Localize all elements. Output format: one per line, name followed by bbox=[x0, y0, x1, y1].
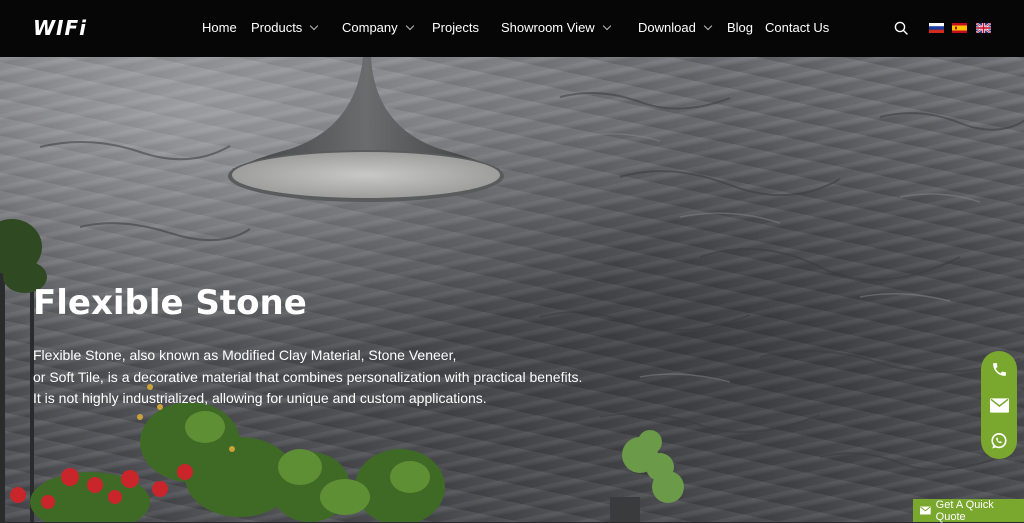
hero-description: Flexible Stone, also known as Modified C… bbox=[33, 345, 653, 410]
nav-showroom-view[interactable]: Showroom View bbox=[501, 20, 611, 35]
nav-showroom-view-label: Showroom View bbox=[501, 20, 595, 35]
russian-flag-icon[interactable] bbox=[929, 23, 944, 33]
email-button[interactable] bbox=[981, 387, 1017, 423]
email-icon bbox=[989, 397, 1009, 413]
nav-projects-label: Projects bbox=[432, 20, 479, 35]
main-nav: Home Products Company Projects Showroom … bbox=[0, 0, 1024, 57]
chevron-down-icon bbox=[703, 21, 713, 31]
hero-description-line: Flexible Stone, also known as Modified C… bbox=[33, 347, 457, 363]
nav-company-label: Company bbox=[342, 20, 398, 35]
email-icon bbox=[920, 506, 931, 515]
phone-button[interactable] bbox=[981, 351, 1017, 387]
nav-contact-us-label: Contact Us bbox=[765, 20, 830, 35]
whatsapp-button[interactable] bbox=[981, 423, 1017, 459]
nav-projects[interactable]: Projects bbox=[432, 20, 479, 35]
nav-home-label: Home bbox=[202, 20, 237, 35]
floating-contact-bar bbox=[981, 351, 1017, 459]
nav-home[interactable]: Home bbox=[202, 20, 237, 35]
hero-banner: Flexible Stone Flexible Stone, also know… bbox=[0, 57, 1024, 522]
get-quick-quote-button[interactable]: Get A Quick Quote bbox=[913, 498, 1024, 523]
chevron-down-icon bbox=[602, 21, 611, 31]
uk-flag-icon[interactable] bbox=[976, 23, 991, 33]
nav-blog[interactable]: Blog bbox=[727, 20, 753, 35]
hero-description-line: It is not highly industrialized, allowin… bbox=[33, 390, 487, 406]
site-header: WIFi Home Products Company Projects Show… bbox=[0, 0, 1024, 57]
chevron-down-icon bbox=[405, 21, 414, 31]
nav-products-label: Products bbox=[251, 20, 303, 35]
nav-contact-us[interactable]: Contact Us bbox=[765, 20, 829, 35]
nav-download-label: Download bbox=[638, 20, 696, 35]
whatsapp-icon bbox=[991, 433, 1007, 449]
search-icon[interactable] bbox=[894, 21, 908, 35]
hero-title: Flexible Stone bbox=[33, 283, 307, 323]
hero-description-line: or Soft Tile, is a decorative material t… bbox=[33, 368, 583, 385]
nav-products[interactable]: Products bbox=[251, 20, 319, 35]
nav-blog-label: Blog bbox=[727, 20, 754, 35]
chevron-down-icon bbox=[310, 21, 319, 31]
phone-icon bbox=[992, 362, 1006, 376]
nav-download[interactable]: Download bbox=[638, 20, 713, 35]
quote-button-label: Get A Quick Quote bbox=[935, 498, 994, 523]
nav-company[interactable]: Company bbox=[342, 20, 414, 35]
spanish-flag-icon[interactable] bbox=[952, 23, 967, 33]
